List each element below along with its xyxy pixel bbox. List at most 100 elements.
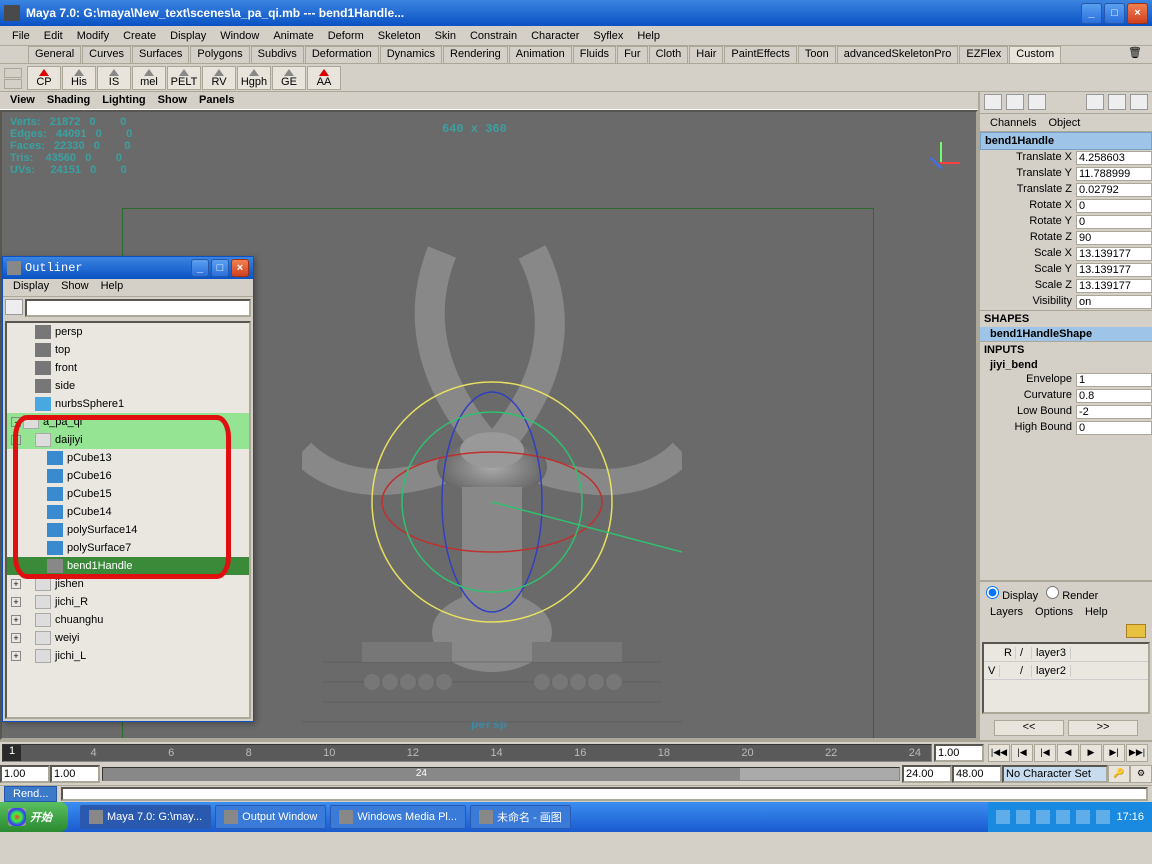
vp-menu-shading[interactable]: Shading — [41, 92, 96, 109]
render-tab[interactable]: Rend... — [4, 786, 57, 802]
step-back-button[interactable]: |◀ — [1011, 744, 1033, 762]
expand-toggle[interactable]: - — [11, 435, 21, 445]
close-button[interactable]: × — [1127, 3, 1148, 24]
menu-deform[interactable]: Deform — [322, 28, 370, 44]
outliner-item[interactable]: -a_pa_qi — [7, 413, 249, 431]
attr-label[interactable]: Scale Y — [980, 263, 1076, 277]
menu-character[interactable]: Character — [525, 28, 585, 44]
shelf-tab-ezflex[interactable]: EZFlex — [959, 46, 1008, 63]
shelf-tab-custom[interactable]: Custom — [1009, 46, 1061, 63]
vp-menu-view[interactable]: View — [4, 92, 41, 109]
attr-label[interactable]: Low Bound — [980, 405, 1076, 419]
shelf-tab-animation[interactable]: Animation — [509, 46, 572, 63]
shelf-icon-is[interactable]: IS — [97, 66, 131, 90]
shelf-tab-surfaces[interactable]: Surfaces — [132, 46, 189, 63]
frame-input[interactable] — [934, 744, 984, 762]
prev-key-button[interactable]: |◀ — [1034, 744, 1056, 762]
range-min-input[interactable] — [50, 765, 100, 783]
minimize-button[interactable]: _ — [1081, 3, 1102, 24]
outliner-item[interactable]: top — [7, 341, 249, 359]
tray-icon[interactable] — [1076, 810, 1090, 824]
play-forward-button[interactable]: ▶ — [1080, 744, 1102, 762]
outliner-item[interactable]: pCube15 — [7, 485, 249, 503]
outliner-item[interactable]: -daijiyi — [7, 431, 249, 449]
outliner-item[interactable]: polySurface7 — [7, 539, 249, 557]
outliner-maximize[interactable]: □ — [211, 259, 229, 277]
layer-menu-layers[interactable]: Layers — [984, 606, 1029, 622]
outliner-search-input[interactable] — [25, 299, 251, 317]
outliner-close[interactable]: × — [231, 259, 249, 277]
shelf-icon-pelt[interactable]: PELT — [167, 66, 201, 90]
attr-value[interactable]: on — [1076, 295, 1152, 309]
shelf-tab-rendering[interactable]: Rendering — [443, 46, 508, 63]
task-button[interactable]: Output Window — [215, 805, 326, 829]
attr-label[interactable]: High Bound — [980, 421, 1076, 435]
forward-end-button[interactable]: ▶▶| — [1126, 744, 1148, 762]
prev-button[interactable]: << — [994, 720, 1064, 736]
vp-menu-panels[interactable]: Panels — [193, 92, 240, 109]
attr-label[interactable]: Scale X — [980, 247, 1076, 261]
playback-end-input[interactable] — [952, 765, 1002, 783]
task-button[interactable]: 未命名 - 画图 — [470, 805, 571, 829]
tray-icon[interactable] — [1036, 810, 1050, 824]
task-button[interactable]: Windows Media Pl... — [330, 805, 466, 829]
render-radio[interactable]: Render — [1046, 586, 1098, 602]
menu-skin[interactable]: Skin — [429, 28, 462, 44]
character-set[interactable]: No Character Set — [1002, 765, 1108, 783]
attr-label[interactable]: Rotate Y — [980, 215, 1076, 229]
outliner-item[interactable]: pCube14 — [7, 503, 249, 521]
expand-toggle[interactable]: + — [11, 633, 21, 643]
shelf-tab-hair[interactable]: Hair — [689, 46, 723, 63]
outliner-titlebar[interactable]: Outliner _ □ × — [3, 257, 253, 279]
menu-file[interactable]: File — [6, 28, 36, 44]
layer-menu-options[interactable]: Options — [1029, 606, 1079, 622]
attr-value[interactable]: 90 — [1076, 231, 1152, 245]
outliner-item[interactable]: side — [7, 377, 249, 395]
outliner-item[interactable]: bend1Handle — [7, 557, 249, 575]
attr-value[interactable]: 0 — [1076, 199, 1152, 213]
attr-value[interactable]: 0.8 — [1076, 389, 1152, 403]
shelf-tab-polygons[interactable]: Polygons — [190, 46, 249, 63]
tray-icon[interactable] — [1056, 810, 1070, 824]
attr-value[interactable]: 13.139177 — [1076, 247, 1152, 261]
shelf-icon-mel[interactable]: mel — [132, 66, 166, 90]
channel-icon[interactable] — [1028, 94, 1046, 110]
range-slider[interactable]: 24 — [102, 767, 900, 781]
autokey-button[interactable]: 🔑 — [1108, 765, 1130, 783]
rewind-start-button[interactable]: |◀◀ — [988, 744, 1010, 762]
attr-value[interactable]: 1 — [1076, 373, 1152, 387]
shelf-tab-general[interactable]: General — [28, 46, 81, 63]
channel-icon[interactable] — [1006, 94, 1024, 110]
shelf-tab-dynamics[interactable]: Dynamics — [380, 46, 442, 63]
outliner-item[interactable]: persp — [7, 323, 249, 341]
attr-label[interactable]: Translate Z — [980, 183, 1076, 197]
menu-create[interactable]: Create — [117, 28, 162, 44]
channel-icon[interactable] — [1108, 94, 1126, 110]
outliner-item[interactable]: +chuanghu — [7, 611, 249, 629]
channel-icon[interactable] — [1130, 94, 1148, 110]
attr-value[interactable]: 11.788999 — [1076, 167, 1152, 181]
play-back-button[interactable]: ◀ — [1057, 744, 1079, 762]
channel-icon[interactable] — [1086, 94, 1104, 110]
input-name[interactable]: jiyi_bend — [980, 358, 1152, 372]
outliner-item[interactable]: front — [7, 359, 249, 377]
outliner-item[interactable]: polySurface14 — [7, 521, 249, 539]
clock[interactable]: 17:16 — [1116, 811, 1144, 823]
object-tab[interactable]: Object — [1042, 117, 1086, 129]
tray-icon[interactable] — [1016, 810, 1030, 824]
attr-value[interactable]: -2 — [1076, 405, 1152, 419]
expand-toggle[interactable]: + — [11, 579, 21, 589]
shelf-layout-toggle[interactable] — [4, 79, 22, 89]
channels-tab[interactable]: Channels — [984, 117, 1042, 129]
attr-label[interactable]: Envelope — [980, 373, 1076, 387]
trash-icon[interactable]: 🗑 — [1128, 46, 1144, 63]
outliner-item[interactable]: +jichi_L — [7, 647, 249, 665]
menu-display[interactable]: Display — [164, 28, 212, 44]
menu-edit[interactable]: Edit — [38, 28, 69, 44]
menu-constrain[interactable]: Constrain — [464, 28, 523, 44]
outliner-item[interactable]: +jishen — [7, 575, 249, 593]
outliner-menu-show[interactable]: Show — [55, 279, 95, 296]
outliner-search-icon[interactable] — [5, 299, 23, 315]
shelf-icon-rv[interactable]: RV — [202, 66, 236, 90]
next-key-button[interactable]: ▶| — [1103, 744, 1125, 762]
